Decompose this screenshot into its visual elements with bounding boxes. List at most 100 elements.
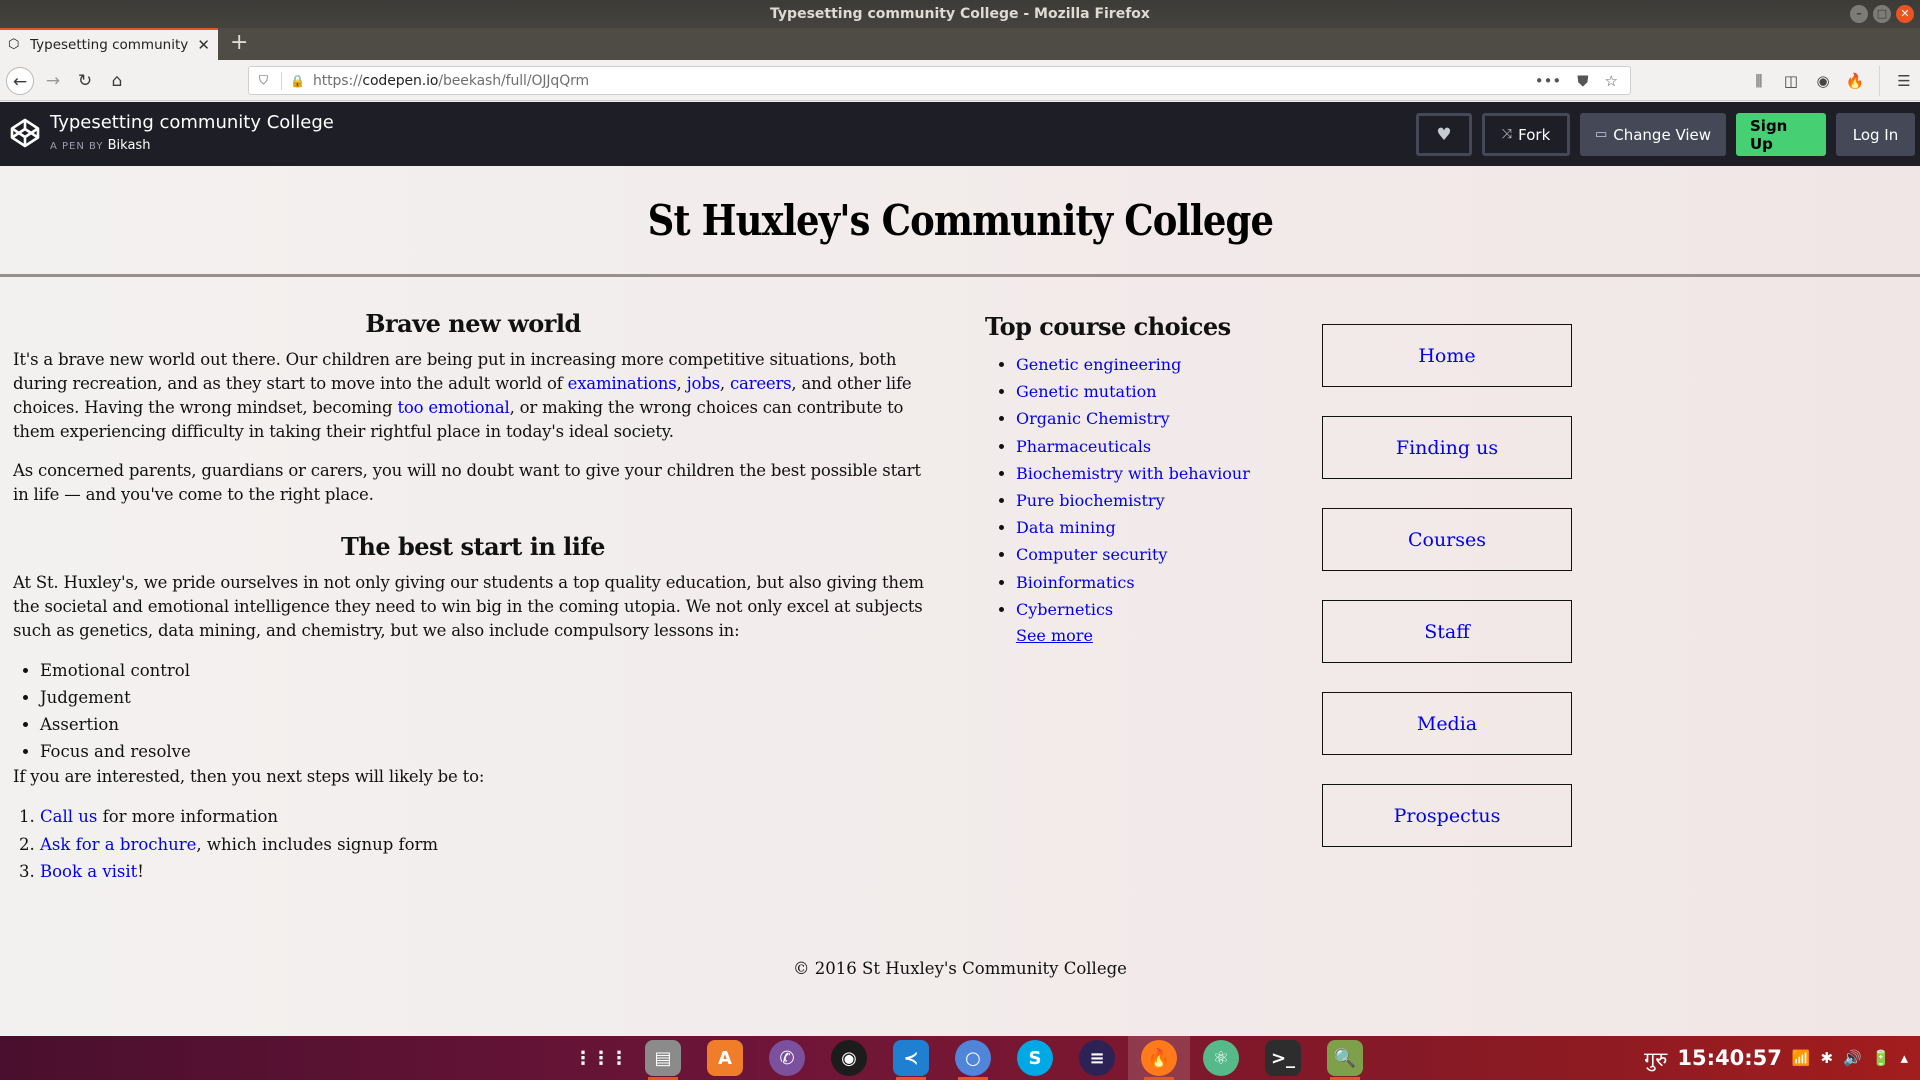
page-actions-icon[interactable]: ••• [1535,72,1562,90]
close-tab-icon[interactable]: ✕ [197,36,210,54]
love-button[interactable]: ♥ [1416,113,1472,156]
call-us-link[interactable]: Call us [40,807,97,826]
dock-terminal[interactable]: >_ [1252,1036,1314,1080]
page-footer: © 2016 St Huxley's Community College [793,959,1127,978]
nav-prospectus[interactable]: Prospectus [1322,784,1572,847]
change-view-button[interactable]: ▭ Change View [1580,113,1726,156]
library-icon[interactable]: ⫼ [1743,72,1775,90]
home-button[interactable]: ⌂ [103,67,131,95]
account-icon[interactable]: ◉ [1807,72,1839,90]
text: for more information [97,807,279,826]
step-item: Call us for more information [40,803,933,831]
forward-button[interactable]: → [39,67,67,95]
log-in-label: Log In [1852,125,1899,144]
dock-obs-studio[interactable]: ◉ [818,1036,880,1080]
course-item: Pharmaceuticals [1016,433,1305,460]
pocket-icon[interactable]: ⛊ [1577,72,1588,90]
dock-image-viewer[interactable]: 🔍 [1314,1036,1376,1080]
next-steps-intro: If you are interested, then you next ste… [13,767,485,786]
tracking-protection-icon[interactable]: ⛉ [259,73,275,88]
nav-media[interactable]: Media [1322,692,1572,755]
url-bar[interactable]: ⛉ 🔒 https://codepen.io/beekash/full/OJJq… [248,66,1631,95]
too-emotional-link[interactable]: too emotional [397,398,509,417]
fork-button[interactable]: ⤨ Fork [1482,113,1570,156]
page-content: St Huxley's Community College Brave new … [0,166,1920,1036]
course-item: Genetic mutation [1016,378,1305,405]
new-tab-button[interactable]: + [230,30,248,55]
dock-chromium[interactable]: ○ [942,1036,1004,1080]
nav-courses[interactable]: Courses [1322,508,1572,571]
nav-finding-us[interactable]: Finding us [1322,416,1572,479]
minimize-button[interactable]: – [1850,5,1868,23]
course-link[interactable]: Data mining [1016,518,1116,537]
nav-staff[interactable]: Staff [1322,600,1572,663]
url-actions: ••• ⛊ ☆ [1535,72,1618,90]
dock-show-applications[interactable]: ⋮⋮⋮ [570,1036,632,1080]
window-titlebar: Typesetting community College - Mozilla … [0,0,1920,28]
viber-icon: ✆ [769,1040,805,1076]
codepen-logo-icon[interactable] [10,118,40,148]
lock-icon[interactable]: 🔒 [290,74,305,88]
sign-up-button[interactable]: Sign Up [1736,113,1826,156]
browser-tab[interactable]: ⬡ Typesetting community College ✕ [0,28,218,60]
book-visit-link[interactable]: Book a visit [40,862,137,881]
see-more-link[interactable]: See more [1016,623,1305,649]
course-link[interactable]: Biochemistry with behaviour [1016,464,1250,483]
heart-icon: ♥ [1436,124,1452,145]
jobs-link[interactable]: jobs [687,374,720,393]
course-link[interactable]: Genetic engineering [1016,355,1181,374]
course-link[interactable]: Cybernetics [1016,600,1113,619]
battery-icon[interactable]: 🔋 [1872,1049,1891,1067]
close-window-button[interactable]: ✕ [1896,5,1914,23]
sign-up-label: Sign Up [1750,116,1788,153]
course-link[interactable]: Organic Chemistry [1016,409,1170,428]
sidebar-icon[interactable]: ◫ [1775,72,1807,90]
dock-viber[interactable]: ✆ [756,1036,818,1080]
course-link[interactable]: Pharmaceuticals [1016,437,1151,456]
course-link[interactable]: Computer security [1016,545,1167,564]
nav-home[interactable]: Home [1322,324,1572,387]
codepen-actions: ♥ ⤨ Fork ▭ Change View Sign Up Log In [1416,113,1915,156]
course-link[interactable]: Bioinformatics [1016,573,1135,592]
menu-icon[interactable]: ☰ [1888,72,1920,90]
url-path: /beekash/full/OJJqQrm [438,72,590,89]
tray-expand-icon[interactable]: ▴ [1900,1049,1908,1067]
clock[interactable]: 15:40:57 [1677,1046,1781,1070]
pen-title: Typesetting community College [50,112,334,133]
bookmark-star-icon[interactable]: ☆ [1605,72,1618,90]
examinations-link[interactable]: examinations [568,374,677,393]
dock-vscode[interactable]: ≺ [880,1036,942,1080]
brochure-link[interactable]: Ask for a brochure [40,835,196,854]
bluetooth-icon[interactable]: ✱ [1821,1049,1834,1067]
course-link[interactable]: Genetic mutation [1016,382,1157,401]
files-icon: ▤ [645,1040,681,1076]
log-in-button[interactable]: Log In [1836,113,1915,156]
dock-eclipse[interactable]: ≡ [1066,1036,1128,1080]
back-button[interactable]: ← [6,67,34,95]
course-item: Biochemistry with behaviour [1016,460,1305,487]
reload-button[interactable]: ↻ [71,67,99,95]
codepen-icon: ⬡ [8,37,20,52]
course-link[interactable]: Pure biochemistry [1016,491,1165,510]
dock-files[interactable]: ▤ [632,1036,694,1080]
pen-author-line: A PEN BY Bikash [50,138,150,153]
careers-link[interactable]: careers [730,374,792,393]
wifi-icon[interactable]: 📶 [1792,1049,1811,1067]
atom-icon: ⚛ [1203,1040,1239,1076]
dock-atom[interactable]: ⚛ [1190,1036,1252,1080]
dock-firefox[interactable]: 🔥 [1128,1036,1190,1080]
dock-software-center[interactable]: A [694,1036,756,1080]
maximize-button[interactable]: □ [1873,5,1891,23]
eclipse-icon: ≡ [1079,1040,1115,1076]
system-tray: गुरु 15:40:57 📶 ✱ 🔊 🔋 ▴ [1644,1036,1908,1080]
extension-icon[interactable]: 🔥 [1839,72,1871,90]
courses-list: Genetic engineering Genetic mutation Org… [1016,351,1305,623]
section-heading-best-start: The best start in life [341,532,605,561]
lesson-item: Judgement [40,684,933,711]
pen-author-link[interactable]: Bikash [108,138,151,153]
url-text[interactable]: https://codepen.io/beekash/full/OJJqQrm [313,73,1535,89]
dock-skype[interactable]: S [1004,1036,1066,1080]
os-taskbar: ⋮⋮⋮ ▤ A ✆ ◉ ≺ ○ S ≡ 🔥 ⚛ >_ 🔍 गुरु 15:40:57 📶 ✱ 🔊 🔋 ▴ [0,1036,1920,1080]
fork-label: Fork [1518,125,1551,144]
volume-icon[interactable]: 🔊 [1843,1049,1862,1067]
